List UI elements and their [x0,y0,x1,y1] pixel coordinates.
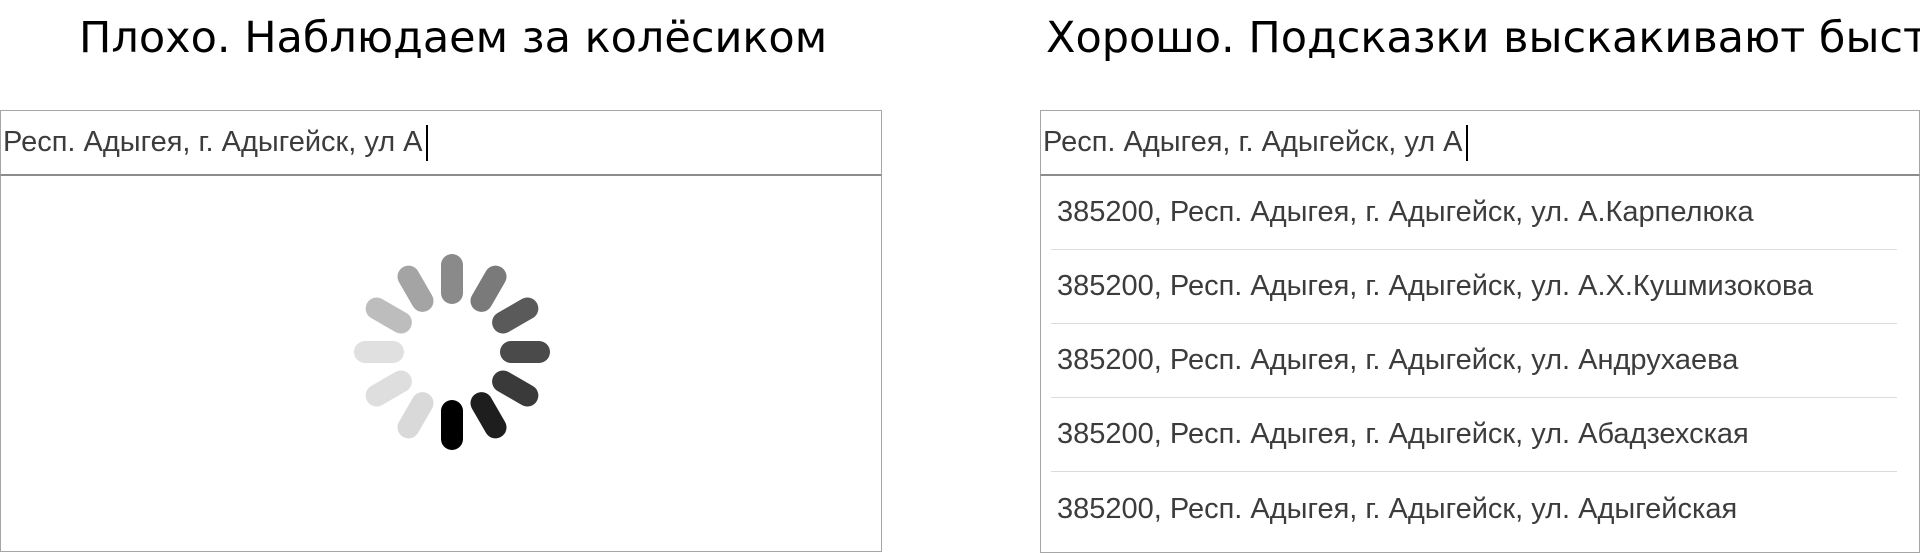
suggestion-item[interactable]: 385200, Респ. Адыгея, г. Адыгейск, ул. А… [1051,324,1897,398]
suggestions-list: 385200, Респ. Адыгея, г. Адыгейск, ул. А… [1041,176,1919,546]
text-caret [1465,124,1468,161]
text-caret [425,124,428,161]
suggestion-item[interactable]: 385200, Респ. Адыгея, г. Адыгейск, ул. А… [1051,472,1897,546]
address-input-loading[interactable]: Респ. Адыгея, г. Адыгейск, ул А [0,110,882,176]
spinner-spoke [441,254,463,304]
suggestion-item[interactable]: 385200, Респ. Адыгея, г. Адыгейск, ул. А… [1051,176,1897,250]
address-input-value: Респ. Адыгея, г. Адыгейск, ул А [1043,126,1463,158]
good-example-heading: Хорошо. Подсказки выскакивают быстро [1046,13,1920,63]
bad-example-heading: Плохо. Наблюдаем за колёсиком [79,13,828,63]
spinner-spoke [441,400,463,450]
address-input-suggest[interactable]: Респ. Адыгея, г. Адыгейск, ул А [1040,110,1920,176]
spinner-spoke [500,341,550,363]
address-input-value: Респ. Адыгея, г. Адыгейск, ул А [3,126,423,158]
suggestions-dropdown: 385200, Респ. Адыгея, г. Адыгейск, ул. А… [1040,176,1920,553]
suggestion-item[interactable]: 385200, Респ. Адыгея, г. Адыгейск, ул. А… [1051,250,1897,324]
spinner-spoke [354,341,404,363]
loading-panel [0,176,882,552]
suggestion-item[interactable]: 385200, Респ. Адыгея, г. Адыгейск, ул. А… [1051,398,1897,472]
